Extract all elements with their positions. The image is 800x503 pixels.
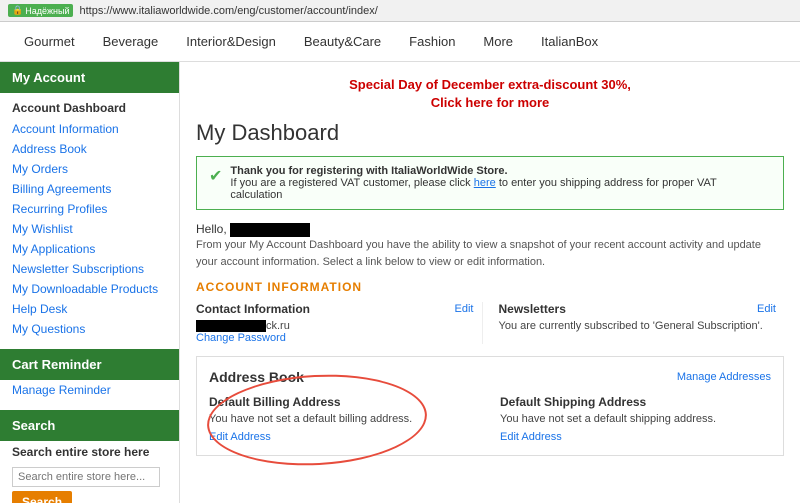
edit-billing-link[interactable]: Edit Address (209, 431, 271, 443)
sidebar-link-manage-reminder[interactable]: Manage Reminder (0, 380, 179, 400)
contact-info-title: Contact Information (196, 302, 310, 316)
hello-section: Hello, From your My Account Dashboard yo… (196, 222, 784, 270)
nav-beverage[interactable]: Beverage (89, 24, 173, 59)
default-shipping-col: Default Shipping Address You have not se… (500, 395, 771, 443)
promo-link[interactable]: Special Day of December extra-discount 3… (349, 77, 631, 110)
secure-label: Надёжный (25, 6, 69, 16)
sidebar-link-orders[interactable]: My Orders (0, 159, 179, 179)
hello-desc: From your My Account Dashboard you have … (196, 239, 761, 268)
search-button[interactable]: Search (12, 491, 72, 503)
sidebar-link-applications[interactable]: My Applications (0, 239, 179, 259)
sidebar-link-downloads[interactable]: My Downloadable Products (0, 279, 179, 299)
manage-addresses-link[interactable]: Manage Addresses (677, 371, 771, 383)
search-input[interactable] (12, 467, 160, 487)
newsletters-edit-link[interactable]: Edit (757, 303, 776, 315)
contact-info-content: ck.ru Change Password (196, 320, 474, 344)
top-nav: Gourmet Beverage Interior&Design Beauty&… (0, 22, 800, 62)
default-billing-title: Default Billing Address (209, 395, 480, 409)
nav-gourmet[interactable]: Gourmet (10, 24, 89, 59)
dashboard-title: My Dashboard (196, 120, 784, 146)
hello-name (230, 223, 310, 237)
sidebar-link-questions[interactable]: My Questions (0, 319, 179, 339)
sidebar-link-newsletter[interactable]: Newsletter Subscriptions (0, 259, 179, 279)
cart-reminder-title: Cart Reminder (0, 349, 179, 380)
search-title: Search (0, 410, 179, 441)
address-book-title-row: Address Book Manage Addresses (209, 369, 771, 385)
sidebar-link-helpdesk[interactable]: Help Desk (0, 299, 179, 319)
address-columns: Default Billing Address You have not set… (209, 395, 771, 443)
success-text: Thank you for registering with ItaliaWor… (230, 165, 771, 201)
account-info-header: ACCOUNT INFORMATION (196, 280, 784, 294)
newsletters-title: Newsletters (499, 302, 566, 316)
browser-bar: 🔒 Надёжный https://www.italiaworldwide.c… (0, 0, 800, 22)
sidebar-link-wishlist[interactable]: My Wishlist (0, 219, 179, 239)
account-dashboard-label: Account Dashboard (0, 93, 179, 119)
url-bar[interactable]: https://www.italiaworldwide.com/eng/cust… (79, 5, 792, 17)
email-redact (196, 320, 266, 332)
nav-fashion[interactable]: Fashion (395, 24, 469, 59)
success-message: Thank you for registering with ItaliaWor… (230, 165, 507, 177)
my-account-title: My Account (0, 62, 179, 93)
success-detail-prefix: If you are a registered VAT customer, pl… (230, 177, 473, 189)
default-billing-text: You have not set a default billing addre… (209, 413, 480, 425)
success-detail-link[interactable]: here (474, 177, 496, 189)
promo-line2: Click here for more (431, 95, 550, 110)
newsletters-col: Newsletters Edit You are currently subsc… (482, 302, 785, 344)
main-container: My Account Account Dashboard Account Inf… (0, 62, 800, 503)
sidebar-link-billing[interactable]: Billing Agreements (0, 179, 179, 199)
sidebar-link-address-book[interactable]: Address Book (0, 139, 179, 159)
newsletters-title-row: Newsletters Edit (499, 302, 777, 316)
sidebar-link-account-info[interactable]: Account Information (0, 119, 179, 139)
edit-shipping-link[interactable]: Edit Address (500, 431, 562, 443)
email-suffix: ck.ru (266, 320, 290, 332)
contact-info-title-row: Contact Information Edit (196, 302, 474, 316)
newsletters-content: You are currently subscribed to 'General… (499, 320, 777, 332)
hello-label: Hello, (196, 222, 227, 236)
sidebar: My Account Account Dashboard Account Inf… (0, 62, 180, 503)
promo-banner: Special Day of December extra-discount 3… (196, 72, 784, 120)
nav-beauty[interactable]: Beauty&Care (290, 24, 395, 59)
nav-more[interactable]: More (469, 24, 527, 59)
search-label: Search entire store here (0, 441, 179, 463)
success-icon: ✔ (209, 166, 222, 186)
default-shipping-text: You have not set a default shipping addr… (500, 413, 771, 425)
default-shipping-title: Default Shipping Address (500, 395, 771, 409)
content-area: Special Day of December extra-discount 3… (180, 62, 800, 503)
default-billing-col: Default Billing Address You have not set… (209, 395, 480, 443)
account-columns: Contact Information Edit ck.ru Change Pa… (196, 302, 784, 344)
change-password-link[interactable]: Change Password (196, 332, 286, 344)
address-book-title: Address Book (209, 369, 304, 385)
nav-interior[interactable]: Interior&Design (172, 24, 290, 59)
contact-edit-link[interactable]: Edit (455, 303, 474, 315)
success-box: ✔ Thank you for registering with ItaliaW… (196, 156, 784, 210)
promo-line1: Special Day of December extra-discount 3… (349, 77, 631, 92)
sidebar-link-recurring[interactable]: Recurring Profiles (0, 199, 179, 219)
contact-info-col: Contact Information Edit ck.ru Change Pa… (196, 302, 482, 344)
nav-italianbox[interactable]: ItalianBox (527, 24, 612, 59)
address-book-container: Address Book Manage Addresses Default Bi… (196, 356, 784, 456)
secure-badge: 🔒 Надёжный (8, 4, 73, 17)
